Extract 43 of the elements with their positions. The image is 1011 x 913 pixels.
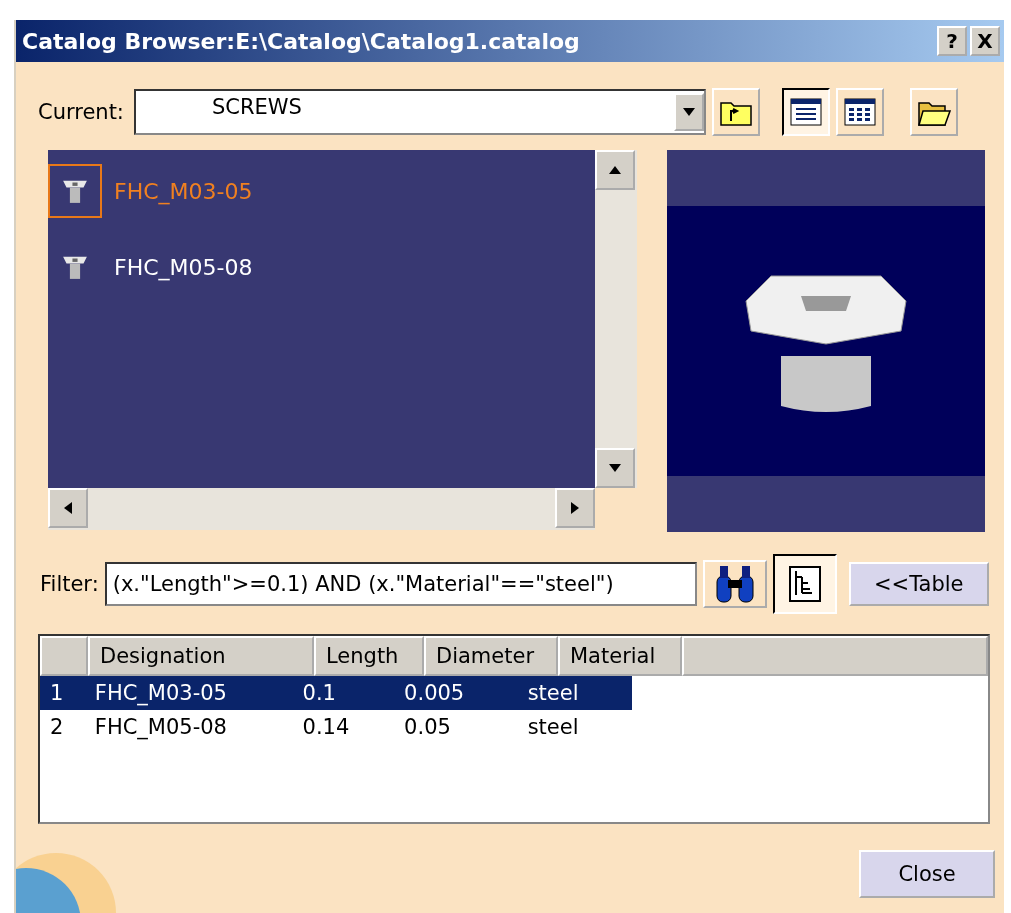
tree-icon [787, 565, 822, 603]
caret-icon [682, 108, 695, 116]
table-cell-text: 0.005 [403, 681, 466, 705]
catalog-item[interactable]: FHC_M03-05 [48, 164, 595, 218]
vertical-scrollbar[interactable] [595, 150, 637, 488]
table-cell-text: 0.05 [403, 715, 452, 739]
table-cell-text: FHC_M05-08 [93, 715, 228, 739]
open-folder-button[interactable] [909, 88, 958, 136]
grid-view-button[interactable] [835, 88, 884, 136]
table-toggle-button[interactable]: <<Table [848, 562, 989, 606]
column-header[interactable]: Designation [88, 636, 314, 676]
table-cell-text: FHC_M03-05 [93, 681, 228, 705]
table-cell-text: steel [526, 715, 580, 739]
grid-view-icon [843, 98, 876, 126]
current-label: Current: [38, 100, 124, 124]
filter-label: Filter: [40, 572, 99, 596]
table-cell-text: 0.1 [301, 681, 337, 705]
table-cell-text: steel [526, 681, 580, 705]
list-view-button[interactable] [781, 88, 830, 136]
left-arrow-icon [64, 502, 72, 514]
row-number: 1 [49, 681, 65, 705]
table-cell-text: 0.14 [301, 715, 351, 739]
row-number: 2 [49, 715, 65, 739]
column-header[interactable]: Material [558, 636, 682, 676]
horizontal-scrollbar[interactable] [48, 488, 595, 530]
filter-field[interactable]: (x."Length">=0.1) AND (x."Material"=="steel") [104, 562, 697, 606]
window-close-button[interactable]: X [970, 26, 1000, 56]
catalog-item[interactable]: FHC_M05-08 [48, 240, 595, 294]
search-button[interactable] [702, 560, 767, 608]
current-dropdown[interactable]: SCREWS [133, 89, 706, 135]
list-view-icon [789, 98, 822, 126]
help-button[interactable]: ? [937, 26, 967, 56]
column-header[interactable]: Length [314, 636, 424, 676]
parent-folder-button[interactable] [711, 88, 760, 136]
right-arrow-icon [571, 502, 579, 514]
table-row[interactable]: 2 FHC_M05-08 0.14 0.05 steel [40, 710, 632, 744]
close-button[interactable]: Close [859, 850, 995, 898]
column-header[interactable]: Diameter [424, 636, 558, 676]
window-title: Catalog Browser:E:\Catalog\Catalog1.catalog [22, 28, 581, 54]
table-row[interactable]: 1 FHC_M03-05 0.1 0.005 steel [40, 676, 632, 710]
down-arrow-icon [609, 464, 621, 472]
up-arrow-icon [609, 166, 621, 174]
tree-button[interactable] [772, 554, 837, 614]
